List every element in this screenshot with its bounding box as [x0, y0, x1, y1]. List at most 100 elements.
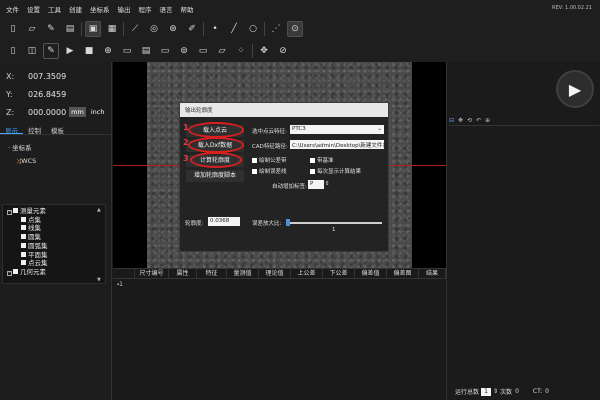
checkbox[interactable]	[21, 216, 26, 222]
collapse-icon[interactable]: -	[7, 270, 12, 276]
add-profile-script-button[interactable]: 增加轮廓度脚本	[186, 170, 244, 182]
target-icon[interactable]: ⊕	[485, 117, 490, 124]
scan-icon[interactable]: ⊚	[176, 43, 192, 59]
feature-select[interactable]: PTC3 ⌄	[290, 125, 384, 134]
count-label: 次数	[500, 389, 513, 396]
elements-scrollbar[interactable]: ▲ ▼	[97, 207, 103, 283]
checkbox[interactable]	[21, 251, 26, 257]
tree-item-wcs[interactable]: ⤨WCS	[16, 157, 36, 166]
spin-icon[interactable]: ⇕	[325, 181, 330, 187]
column-attribute[interactable]: 属性	[169, 269, 197, 278]
image-icon[interactable]: ▭	[119, 43, 135, 59]
dots-icon[interactable]: ⁘	[233, 43, 249, 59]
monitor-icon[interactable]: ▣	[85, 21, 101, 37]
checkbox[interactable]	[21, 260, 26, 266]
run-program-button[interactable]: ▶	[556, 70, 594, 108]
scroll-down-icon[interactable]: ▼	[97, 277, 101, 283]
menu-output[interactable]: 输出	[118, 4, 131, 14]
tree-item-line-set[interactable]: 线集	[21, 224, 48, 233]
stop-icon[interactable]: ■	[81, 43, 97, 59]
draw-tolerance-checkbox[interactable]: 绘制公差带	[252, 156, 287, 164]
auto-tag-field[interactable]: P	[308, 180, 324, 189]
checkbox[interactable]	[13, 268, 18, 274]
menu-coordinate-system[interactable]: 坐标系	[90, 4, 110, 14]
tree-item-pointcloud-set[interactable]: 点云集	[21, 259, 48, 268]
menu-create[interactable]: 创建	[69, 4, 82, 14]
rect-icon[interactable]: ▭	[157, 43, 173, 59]
rotate-icon[interactable]: ⟲	[467, 117, 472, 124]
tree-item-geometry-elements[interactable]: - 几何元素	[7, 268, 48, 277]
new-icon[interactable]: ▯	[5, 21, 21, 37]
parallelogram-icon[interactable]: ▱	[214, 43, 230, 59]
grid-icon[interactable]: ▦	[104, 21, 120, 37]
elements-panel: - 测量元素 点集 线集 圆集 圆弧集 平面集 点云集 - 几何元素 ▲ ▼	[2, 204, 106, 284]
collapse-icon[interactable]: -	[7, 210, 12, 215]
column-nominal[interactable]: 理论值	[259, 269, 291, 278]
measure-icon[interactable]: ✎	[43, 21, 59, 37]
edit-icon[interactable]: ✐	[184, 21, 200, 37]
menu-file[interactable]: 文件	[6, 4, 19, 14]
cad-path-field[interactable]: C:\Users\admin\Desktop\新建文件夹\	[290, 140, 384, 149]
scroll-up-icon[interactable]: ▲	[97, 207, 103, 213]
column-dimension-id[interactable]: 尺寸编号	[135, 269, 169, 278]
tab-display[interactable]: 显示	[0, 123, 23, 135]
layers-icon[interactable]: ◫	[24, 43, 40, 59]
move-icon[interactable]: ✥	[256, 43, 272, 59]
spin-icon[interactable]: ⇕	[493, 388, 498, 395]
tab-control[interactable]: 控制	[23, 123, 46, 135]
checkbox[interactable]	[13, 208, 18, 213]
probe-icon[interactable]: ⊕	[100, 43, 116, 59]
tree-item-plane-set[interactable]: 平面集	[21, 251, 48, 260]
profile-value-field[interactable]: 0.0368	[208, 217, 240, 226]
column-deviation[interactable]: 偏差值	[355, 269, 387, 278]
column-lower-tol[interactable]: 下公差	[323, 269, 355, 278]
save-icon[interactable]: ▤	[62, 21, 78, 37]
nodes-icon[interactable]: ⋰	[268, 21, 284, 37]
error-scale-slider[interactable]	[286, 222, 382, 224]
camera-icon[interactable]: ⊙	[287, 21, 303, 37]
column-measured[interactable]: 量测值	[227, 269, 259, 278]
undo-icon[interactable]: ↶	[476, 117, 481, 124]
tab-template[interactable]: 模板	[46, 123, 69, 135]
point-icon[interactable]: •	[207, 21, 223, 37]
line-icon[interactable]: ╱	[226, 21, 242, 37]
tree-item-arc-set[interactable]: 圆弧集	[21, 242, 48, 251]
play-icon[interactable]: ▶	[62, 43, 78, 59]
folder-icon[interactable]: ▱	[24, 21, 40, 37]
slider-handle[interactable]	[285, 219, 290, 226]
menu-help[interactable]: 帮助	[181, 4, 194, 14]
column-feature[interactable]: 特征	[197, 269, 227, 278]
camera-viewport[interactable]: 输出轮廓度 载入点云 载入Dxf数据 计算轮廓度 增加轮廓度脚本 1 2 3 选…	[113, 62, 446, 268]
target-icon[interactable]: ⊛	[165, 21, 181, 37]
tree-item-measure-elements[interactable]: - 测量元素	[7, 207, 48, 216]
menu-settings[interactable]: 设置	[27, 4, 40, 14]
checkbox[interactable]	[21, 242, 26, 248]
program-edit-icon[interactable]: ✎	[43, 43, 59, 59]
with-datum-checkbox[interactable]: 带基准	[310, 156, 334, 164]
tree-item-coordinate-system[interactable]: · 坐标系	[8, 142, 36, 152]
trace-icon[interactable]: ⊘	[275, 43, 291, 59]
circle-icon[interactable]: ○	[245, 21, 261, 37]
move-icon[interactable]: ✥	[458, 117, 463, 124]
checkbox[interactable]	[21, 225, 26, 231]
line-tool-icon[interactable]: ⟋	[127, 21, 143, 37]
show-result-checkbox[interactable]: 每次显示计算结果	[310, 167, 361, 175]
unit-mm-button[interactable]: mm	[69, 107, 86, 117]
frame-icon[interactable]: ▤	[138, 43, 154, 59]
column-upper-tol[interactable]: 上公差	[291, 269, 323, 278]
list-view-icon[interactable]: ⊟	[449, 117, 454, 124]
run-total-input[interactable]: 1	[481, 387, 492, 396]
rect2-icon[interactable]: ▭	[195, 43, 211, 59]
column-result[interactable]: 结果	[419, 269, 446, 278]
column-deviation-chart[interactable]: 偏差图	[387, 269, 419, 278]
page-icon[interactable]: ▯	[5, 43, 21, 59]
menu-language[interactable]: 语言	[160, 4, 173, 14]
menu-program[interactable]: 程序	[139, 4, 152, 14]
table-row[interactable]: ⬩1	[113, 279, 446, 291]
menu-tools[interactable]: 工具	[48, 4, 61, 14]
checkbox[interactable]	[21, 234, 26, 240]
tree-item-circle-set[interactable]: 圆集	[21, 233, 48, 242]
unit-inch-button[interactable]: inch	[89, 107, 107, 117]
circle-stack-icon[interactable]: ◎	[146, 21, 162, 37]
draw-error-line-checkbox[interactable]: 绘制误差线	[252, 167, 287, 175]
